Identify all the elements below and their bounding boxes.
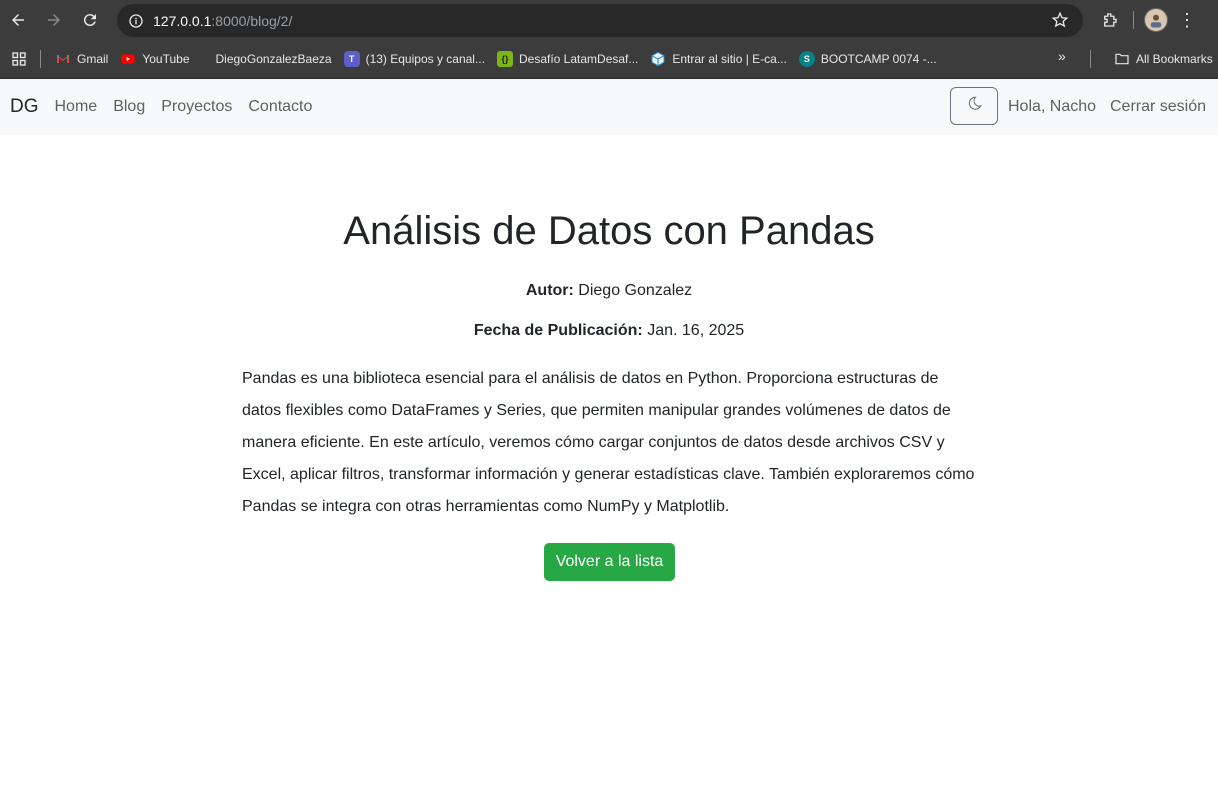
brand-logo[interactable]: DG: [10, 96, 39, 118]
date-label: Fecha de Publicación:: [473, 322, 643, 339]
user-greeting: Hola, Nacho: [1008, 98, 1097, 115]
bookmarks-overflow-icon[interactable]: »: [1058, 48, 1066, 64]
browser-toolbar: 127.0.0.1:8000/blog/2/ ⋮: [0, 0, 1218, 40]
logout-link[interactable]: Cerrar sesión: [1110, 98, 1206, 116]
post-author: Autor: Diego Gonzalez: [0, 282, 1218, 300]
bookmark-gmail[interactable]: Gmail: [49, 45, 114, 73]
site-navbar: DG Home Blog Proyectos Contacto Hola, Na…: [0, 79, 1218, 135]
moon-icon: [965, 95, 983, 118]
bookmark-label: DiegoGonzalezBaeza: [215, 52, 332, 66]
bookmark-teams[interactable]: T (13) Equipos y canal...: [338, 45, 491, 73]
bookmark-label: Entrar al sitio | E-ca...: [672, 52, 787, 66]
bookmarks-divider: [40, 50, 41, 68]
post-title: Análisis de Datos con Pandas: [343, 209, 875, 253]
forward-arrow-icon[interactable]: [36, 2, 72, 38]
nav-link-blog[interactable]: Blog: [113, 98, 145, 116]
teams-icon: T: [343, 51, 360, 67]
bookmark-star-icon[interactable]: [1051, 11, 1069, 34]
nav-link-contacto[interactable]: Contacto: [248, 98, 312, 116]
nav-link-home[interactable]: Home: [55, 98, 98, 116]
author-label: Autor:: [525, 282, 574, 299]
folder-icon: [1114, 51, 1130, 67]
bookmark-diegogonzalezbaeza[interactable]: DiegoGonzalezBaeza: [210, 45, 338, 73]
toolbar-divider: [1133, 11, 1134, 29]
bookmarks-divider-right: [1090, 50, 1091, 68]
post-body: Pandas es una biblioteca esencial para e…: [242, 370, 975, 515]
bookmark-youtube[interactable]: YouTube: [114, 45, 195, 73]
bookmark-label: YouTube: [142, 52, 190, 66]
theme-toggle-button[interactable]: [950, 87, 998, 125]
author-name: Diego Gonzalez: [578, 282, 693, 299]
post-date: Fecha de Publicación: Jan. 16, 2025: [0, 322, 1218, 340]
desafio-icon: {}: [496, 51, 513, 67]
sharepoint-icon: S: [798, 51, 815, 67]
back-to-list-button[interactable]: Volver a la lista: [544, 543, 675, 581]
url-text[interactable]: 127.0.0.1:8000/blog/2/: [153, 13, 292, 29]
site-info-icon[interactable]: [125, 10, 147, 32]
apps-grid-icon[interactable]: [10, 50, 28, 68]
bookmarks-bar: Gmail YouTube DiegoGonzalezBaeza T (13) …: [0, 40, 1218, 79]
bookmark-label: (13) Equipos y canal...: [365, 52, 485, 66]
bookmark-desafio[interactable]: {} Desafío LatamDesaf...: [491, 45, 644, 73]
nav-link-proyectos[interactable]: Proyectos: [161, 98, 232, 116]
date-value: Jan. 16, 2025: [647, 322, 745, 339]
url-host: 127.0.0.1: [153, 12, 212, 29]
url-path: :8000/blog/2/: [211, 12, 293, 29]
profile-avatar[interactable]: [1144, 8, 1168, 32]
back-arrow-icon[interactable]: [0, 2, 36, 38]
all-bookmarks-label: All Bookmarks: [1136, 52, 1213, 66]
bookmark-bootcamp[interactable]: S BOOTCAMP 0074 -...: [793, 45, 943, 73]
bookmark-label: Gmail: [77, 52, 109, 66]
bookmark-label: BOOTCAMP 0074 -...: [820, 52, 937, 66]
all-bookmarks-button[interactable]: All Bookmarks: [1108, 45, 1218, 73]
more-menu-icon[interactable]: ⋮: [1174, 5, 1200, 35]
extensions-icon[interactable]: [1095, 5, 1125, 35]
bookmark-label: Desafío LatamDesaf...: [518, 52, 639, 66]
address-bar[interactable]: 127.0.0.1:8000/blog/2/: [117, 4, 1083, 37]
gmail-icon: [55, 51, 71, 67]
box-icon: [650, 51, 666, 67]
bookmark-ecampus[interactable]: Entrar al sitio | E-ca...: [644, 45, 793, 73]
youtube-icon: [120, 51, 136, 67]
reload-icon[interactable]: [72, 2, 108, 38]
